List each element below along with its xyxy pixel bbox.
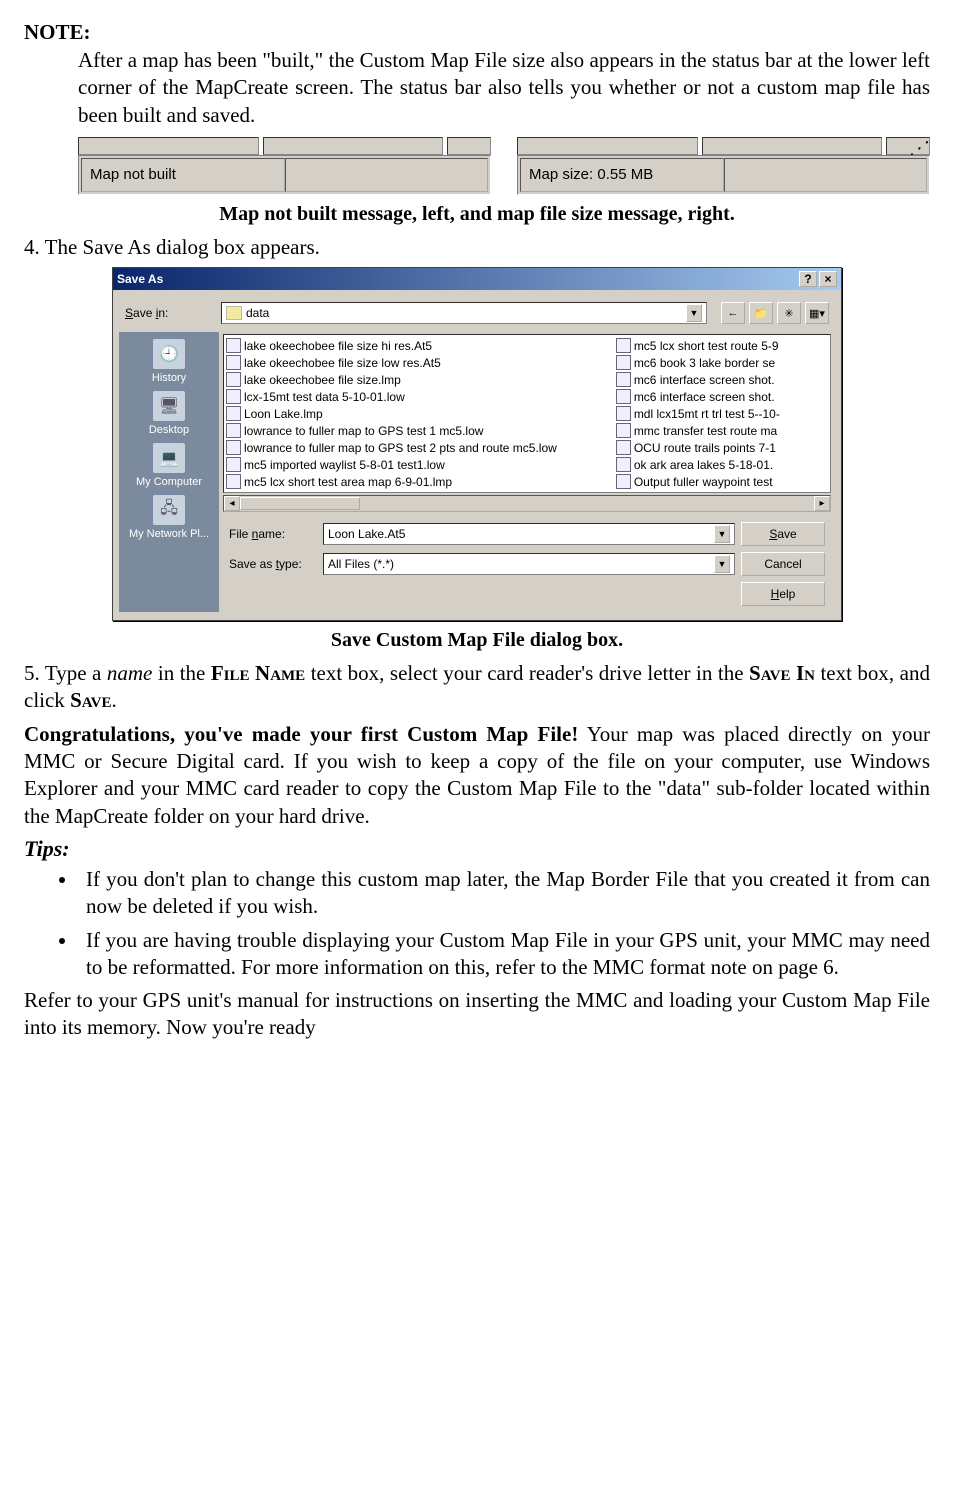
list-item[interactable]: lowrance to fuller map to GPS test 1 mc5… (226, 422, 612, 439)
desktop-icon: 🖥 (152, 390, 186, 422)
file-icon (616, 423, 631, 438)
places-mycomputer-label: My Computer (136, 476, 202, 488)
file-icon (616, 355, 631, 370)
chevron-down-icon[interactable]: ▼ (714, 555, 730, 573)
list-item[interactable]: mc6 interface screen shot. (616, 371, 828, 388)
caption-2: Save Custom Map File dialog box. (24, 629, 930, 652)
tips-heading: Tips: (24, 836, 930, 862)
file-icon (226, 355, 241, 370)
file-icon (226, 338, 241, 353)
file-icon (616, 372, 631, 387)
filename-label: File name: (229, 527, 317, 541)
list-item[interactable]: mdl lcx15mt rt trl test 5--10- (616, 405, 828, 422)
cancel-button[interactable]: Cancel (741, 552, 825, 576)
status-right-cell: Map size: 0.55 MB (520, 158, 724, 192)
scroll-right-icon[interactable]: ▸ (814, 496, 830, 511)
list-item[interactable]: lcx-15mt test data 5-10-01.low (226, 388, 612, 405)
status-left-cell: Map not built (81, 158, 285, 192)
close-icon[interactable]: × (819, 271, 837, 287)
scroll-thumb[interactable] (240, 497, 360, 510)
file-icon (226, 389, 241, 404)
places-history[interactable]: 🕘 History (152, 338, 186, 384)
horizontal-scrollbar[interactable]: ◂ ▸ (223, 495, 831, 512)
dialog-title: Save As (117, 272, 163, 286)
list-item[interactable]: lowrance to fuller map to GPS test 2 pts… (226, 439, 612, 456)
places-mynetwork-label: My Network Pl... (129, 528, 209, 540)
list-item[interactable]: lake okeechobee file size low res.At5 (226, 354, 612, 371)
final-paragraph: Refer to your GPS unit's manual for inst… (24, 987, 930, 1042)
chevron-down-icon[interactable]: ▼ (686, 304, 702, 322)
filename-value: Loon Lake.At5 (328, 527, 405, 541)
list-item[interactable]: mc6 book 3 lake border se (616, 354, 828, 371)
file-listing[interactable]: lake okeechobee file size hi res.At5 lak… (223, 334, 831, 493)
chevron-down-icon[interactable]: ▼ (714, 525, 730, 543)
save-in-value: data (246, 306, 269, 320)
congrats-paragraph: Congratulations, you've made your first … (24, 721, 930, 830)
file-icon (616, 389, 631, 404)
tip-item: If you don't plan to change this custom … (78, 866, 930, 921)
savetype-label: Save as type: (229, 557, 317, 571)
file-icon (616, 338, 631, 353)
history-icon: 🕘 (152, 338, 186, 370)
list-item[interactable]: mmc transfer test route ma (616, 422, 828, 439)
file-icon (616, 406, 631, 421)
places-desktop-label: Desktop (149, 424, 189, 436)
list-item[interactable]: mc6 interface screen shot. (616, 388, 828, 405)
note-heading: NOTE: (24, 20, 930, 45)
save-button[interactable]: Save (741, 522, 825, 546)
save-in-dropdown[interactable]: data ▼ (221, 302, 707, 324)
list-item[interactable]: OCU route trails points 7-1 (616, 439, 828, 456)
file-icon (226, 474, 241, 489)
caption-1: Map not built message, left, and map fil… (24, 203, 930, 226)
file-icon (226, 423, 241, 438)
file-icon (616, 457, 631, 472)
mycomputer-icon: 💻 (152, 442, 186, 474)
file-icon (226, 440, 241, 455)
places-bar: 🕘 History 🖥 Desktop 💻 My Computer 🖧 My N… (119, 332, 219, 612)
statusbar-figure: Map not built ⋰ Map size: 0.55 MB (78, 137, 930, 195)
list-item[interactable]: lake okeechobee file size hi res.At5 (226, 337, 612, 354)
step-5: 5. Type a name in the File Name text box… (24, 660, 930, 715)
resize-grip-icon: ⋰ (886, 137, 930, 155)
places-desktop[interactable]: 🖥 Desktop (149, 390, 189, 436)
list-item[interactable]: mc5 lcx short test area map 6-9-01.lmp (226, 473, 612, 490)
savetype-dropdown[interactable]: All Files (*.*) ▼ (323, 553, 735, 575)
help-icon[interactable]: ? (799, 271, 817, 287)
places-history-label: History (152, 372, 186, 384)
save-in-label: Save in: (125, 306, 213, 320)
list-item[interactable]: Loon Lake.lmp (226, 405, 612, 422)
save-as-dialog: Save As ? × Save in: data ▼ ← 📁 ✳ ▦▾ (112, 267, 842, 621)
list-item[interactable]: mc5 imported waylist 5-8-01 test1.low (226, 456, 612, 473)
file-icon (226, 406, 241, 421)
list-item[interactable]: ok ark area lakes 5-18-01. (616, 456, 828, 473)
tip-item: If you are having trouble displaying you… (78, 927, 930, 982)
help-button[interactable]: Help (741, 582, 825, 606)
network-icon: 🖧 (152, 494, 186, 526)
folder-icon (226, 306, 242, 320)
places-mynetwork[interactable]: 🖧 My Network Pl... (129, 494, 209, 540)
tips-list: If you don't plan to change this custom … (24, 866, 930, 981)
file-icon (226, 457, 241, 472)
back-button[interactable]: ← (721, 302, 745, 324)
savetype-value: All Files (*.*) (328, 557, 394, 571)
file-icon (616, 474, 631, 489)
list-item[interactable]: mc5 lcx short test route 5-9 (616, 337, 828, 354)
scroll-left-icon[interactable]: ◂ (224, 496, 240, 511)
file-icon (616, 440, 631, 455)
views-button[interactable]: ▦▾ (805, 302, 829, 324)
filename-input[interactable]: Loon Lake.At5 ▼ (323, 523, 735, 545)
places-mycomputer[interactable]: 💻 My Computer (136, 442, 202, 488)
new-folder-button[interactable]: ✳ (777, 302, 801, 324)
up-one-level-button[interactable]: 📁 (749, 302, 773, 324)
list-item[interactable]: lake okeechobee file size.lmp (226, 371, 612, 388)
note-paragraph: After a map has been "built," the Custom… (24, 47, 930, 129)
file-icon (226, 372, 241, 387)
list-item[interactable]: Output fuller waypoint test (616, 473, 828, 490)
step-4: 4. The Save As dialog box appears. (24, 234, 930, 261)
